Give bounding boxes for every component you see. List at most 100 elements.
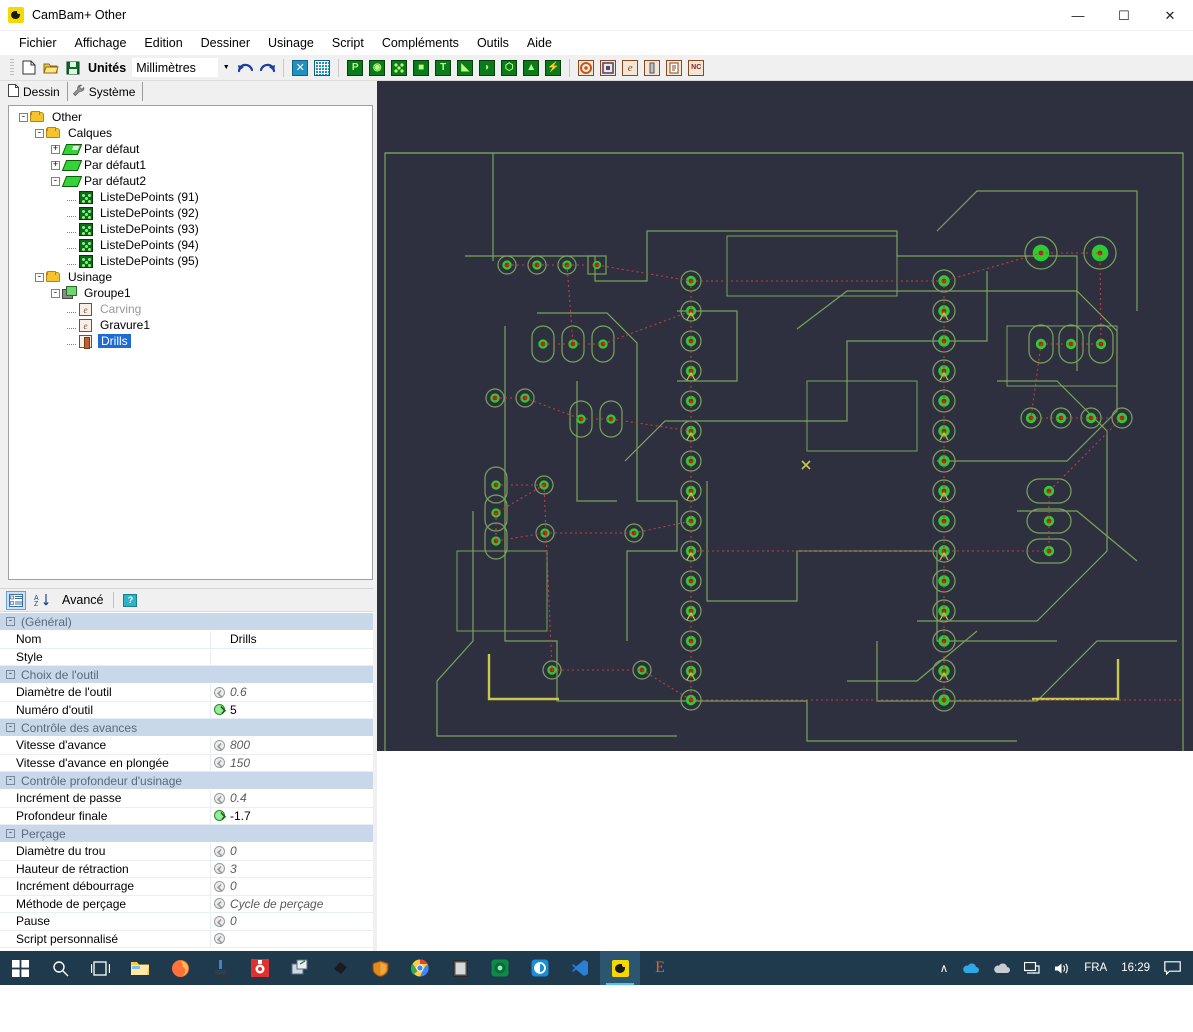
tray-chevron-icon[interactable]: ∧ — [934, 951, 954, 985]
tree-node[interactable]: ListeDePoints (92) — [13, 205, 372, 221]
new-file-icon[interactable] — [18, 57, 40, 79]
menu-script[interactable]: Script — [323, 33, 373, 53]
help-icon[interactable]: ? — [120, 591, 140, 610]
tree-node[interactable]: -Par défaut2 — [13, 173, 372, 189]
property-value-cell[interactable]: 0 — [210, 913, 377, 930]
menu-aide[interactable]: Aide — [518, 33, 561, 53]
property-row[interactable]: Vitesse d'avance800 — [0, 737, 377, 755]
units-combo[interactable]: Millimètres — [132, 58, 218, 77]
property-value-cell[interactable]: Drills — [210, 631, 377, 648]
chrome-icon[interactable] — [400, 951, 440, 985]
share-icon[interactable] — [280, 951, 320, 985]
maximize-button[interactable]: ☐ — [1101, 0, 1147, 31]
onedrive-grey-icon[interactable] — [987, 951, 1016, 985]
tree-node[interactable]: ListeDePoints (91) — [13, 189, 372, 205]
text-icon[interactable]: T — [432, 57, 454, 79]
property-value-cell[interactable]: 0 — [210, 878, 377, 895]
nc-file-icon[interactable]: NC — [685, 57, 707, 79]
property-value-cell[interactable]: 3 — [210, 861, 377, 878]
volume-icon[interactable] — [1048, 951, 1076, 985]
grid-icon[interactable] — [311, 57, 333, 79]
onedrive-blue-icon[interactable] — [956, 951, 985, 985]
tree-node[interactable]: +Par défaut — [13, 141, 372, 157]
task-view-icon[interactable] — [80, 951, 120, 985]
redo-icon[interactable] — [256, 57, 278, 79]
notepad-icon[interactable] — [440, 951, 480, 985]
property-value-cell[interactable] — [210, 649, 377, 666]
start-button-icon[interactable] — [0, 951, 40, 985]
tree-node[interactable]: ListeDePoints (94) — [13, 237, 372, 253]
notification-icon[interactable] — [1158, 951, 1187, 985]
shield-app-icon[interactable] — [360, 951, 400, 985]
property-row[interactable]: Vitesse d'avance en plongée150 — [0, 755, 377, 773]
polygon-icon[interactable]: ◣ — [454, 57, 476, 79]
property-value-cell[interactable]: Cycle de perçage — [210, 896, 377, 913]
engrave-op-icon[interactable]: e — [619, 57, 641, 79]
edge-dev-icon[interactable] — [520, 951, 560, 985]
tree-node[interactable]: +Par défaut1 — [13, 157, 372, 173]
chevron-down-icon[interactable]: ▼ — [218, 58, 234, 77]
property-category[interactable]: -Choix de l'outil — [0, 666, 377, 684]
cad-viewport[interactable] — [377, 81, 1193, 751]
property-value-cell[interactable]: 0 — [210, 843, 377, 860]
blender-icon[interactable] — [320, 951, 360, 985]
alphabetical-sort-icon[interactable]: A Z — [32, 591, 52, 610]
property-row[interactable]: Diamètre du trou0 — [0, 843, 377, 861]
property-row[interactable]: Incrément de passe0.4 — [0, 790, 377, 808]
property-row[interactable]: Diamètre de l'outil0.6 — [0, 684, 377, 702]
menu-usinage[interactable]: Usinage — [259, 33, 323, 53]
property-row[interactable]: Pause0 — [0, 913, 377, 931]
category-expander[interactable]: - — [6, 776, 15, 785]
property-row[interactable]: Méthode de perçageCycle de perçage — [0, 896, 377, 914]
tree-node[interactable]: -Other — [13, 109, 372, 125]
tab-dessin[interactable]: Dessin — [4, 82, 68, 101]
tree-expander[interactable]: - — [51, 289, 60, 298]
tree-expander[interactable]: + — [51, 161, 60, 170]
tree-expander[interactable]: - — [51, 177, 60, 186]
property-value-cell[interactable] — [210, 931, 377, 948]
script-op-icon[interactable] — [663, 57, 685, 79]
property-value-cell[interactable]: 5 — [210, 702, 377, 719]
tree-expander[interactable]: - — [19, 113, 28, 122]
profile-op-icon[interactable] — [597, 57, 619, 79]
tree-node[interactable]: ListeDePoints (93) — [13, 221, 372, 237]
property-row[interactable]: Hauteur de rétraction3 — [0, 861, 377, 879]
tree-node[interactable]: Drills — [13, 333, 372, 349]
property-value-cell[interactable]: 800 — [210, 737, 377, 754]
tree-node[interactable]: ListeDePoints (95) — [13, 253, 372, 269]
vscode-icon[interactable] — [560, 951, 600, 985]
menu-edition[interactable]: Edition — [135, 33, 191, 53]
property-row[interactable]: NomDrills — [0, 631, 377, 649]
category-expander[interactable]: - — [6, 829, 15, 838]
firefox-icon[interactable] — [160, 951, 200, 985]
inherited-value-icon[interactable] — [214, 881, 225, 892]
inherited-value-icon[interactable] — [214, 898, 225, 909]
property-category[interactable]: -Contrôle des avances — [0, 719, 377, 737]
tree-expander[interactable]: - — [35, 273, 44, 282]
tree-node[interactable]: eCarving — [13, 301, 372, 317]
kicad-icon[interactable] — [200, 951, 240, 985]
file-explorer-icon[interactable] — [120, 951, 160, 985]
open-file-icon[interactable] — [40, 57, 62, 79]
property-value-cell[interactable]: 0.4 — [210, 790, 377, 807]
tab-systeme[interactable]: Système — [68, 82, 144, 101]
tree-node[interactable]: -Groupe1 — [13, 285, 372, 301]
tree-node[interactable]: -Calques — [13, 125, 372, 141]
category-expander[interactable]: - — [6, 670, 15, 679]
drill-op-icon[interactable] — [641, 57, 663, 79]
menu-fichier[interactable]: Fichier — [10, 33, 66, 53]
rectangle-icon[interactable]: ■ — [410, 57, 432, 79]
toolbar-grip[interactable] — [10, 59, 14, 77]
cambam-icon[interactable] — [600, 951, 640, 985]
terminal-icon[interactable] — [480, 951, 520, 985]
point-list-icon[interactable] — [388, 57, 410, 79]
inherited-value-icon[interactable] — [214, 793, 225, 804]
search-icon[interactable] — [40, 951, 80, 985]
property-row[interactable]: Incrément débourrage0 — [0, 878, 377, 896]
menu-outils[interactable]: Outils — [468, 33, 518, 53]
category-expander[interactable]: - — [6, 617, 15, 626]
save-file-icon[interactable] — [62, 57, 84, 79]
surface-icon[interactable]: ⬡ — [498, 57, 520, 79]
property-category[interactable]: -Perçage — [0, 825, 377, 843]
project-tree[interactable]: -Other-Calques+Par défaut+Par défaut1-Pa… — [8, 105, 373, 580]
